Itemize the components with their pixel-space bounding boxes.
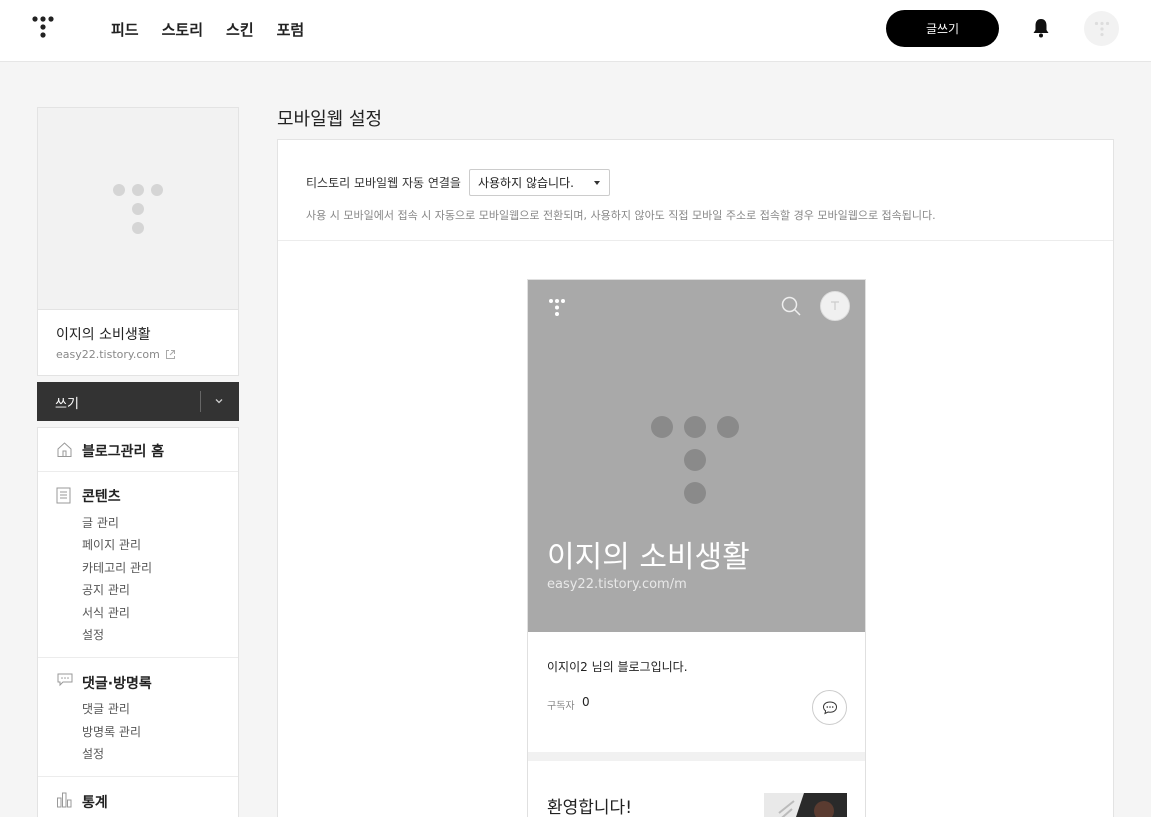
mobile-web-settings-card: 티스토리 모바일웹 자동 연결을 사용하지 않습니다. 사용 시 모바일에서 접… — [277, 139, 1114, 817]
avatar-t-icon — [831, 301, 839, 310]
main-nav: 피드 스토리 스킨 포럼 — [111, 19, 304, 40]
auto-connect-select[interactable]: 사용하지 않습니다. — [468, 169, 610, 196]
preview-intro: 이지이2 님의 블로그입니다. — [547, 660, 688, 674]
preview-blog-url: easy22.tistory.com/m — [547, 577, 687, 592]
avatar-logo-icon — [1094, 21, 1109, 36]
sidebar-comments-block: 댓글·방명록 댓글 관리 방명록 관리 설정 — [37, 658, 239, 776]
notification-bell-icon[interactable] — [1031, 17, 1051, 39]
home-icon — [57, 442, 72, 457]
external-link-icon — [165, 350, 175, 359]
auto-connect-label: 티스토리 모바일웹 자동 연결을 — [306, 176, 461, 190]
sidebar-item-home[interactable]: 블로그관리 홈 — [38, 428, 238, 472]
caret-down-icon — [593, 181, 600, 185]
post-image — [764, 793, 847, 817]
blog-logo-placeholder-icon — [113, 183, 163, 234]
preview-avatar — [820, 291, 850, 321]
sidebar-write-button[interactable]: 쓰기 — [37, 382, 239, 421]
profile-avatar[interactable] — [1084, 11, 1119, 46]
preview-blog-title: 이지의 소비생활 — [547, 540, 750, 575]
nav-story[interactable]: 스토리 — [162, 19, 203, 40]
blog-thumbnail — [38, 108, 238, 310]
preview-post-thumbnail — [764, 793, 847, 817]
sidebar-item-notices[interactable]: 공지 관리 — [82, 581, 130, 598]
sidebar-item-content-settings[interactable]: 설정 — [82, 626, 104, 643]
tistory-logo-icon — [549, 299, 565, 316]
sidebar-item-posts[interactable]: 글 관리 — [82, 514, 119, 531]
top-navigation-bar: 피드 스토리 스킨 포럼 글쓰기 — [0, 0, 1151, 62]
sidebar-item-comments[interactable]: 댓글 관리 — [82, 700, 130, 717]
blog-profile-card: 이지의 소비생활 easy22.tistory.com — [37, 107, 239, 376]
sidebar-item-categories[interactable]: 카테고리 관리 — [82, 559, 152, 576]
write-bar-divider — [200, 391, 201, 412]
auto-connect-select-value: 사용하지 않습니다. — [477, 176, 574, 190]
sidebar-item-guestbook[interactable]: 방명록 관리 — [82, 723, 141, 740]
page-title: 모바일웹 설정 — [277, 109, 383, 130]
search-icon — [781, 296, 801, 316]
preview-chat-button — [812, 690, 847, 725]
sidebar-write-label: 쓰기 — [55, 397, 79, 412]
preview-post-title: 환영합니다! — [547, 798, 633, 817]
blog-url-link[interactable]: easy22.tistory.com — [56, 348, 176, 361]
bar-chart-icon — [57, 792, 72, 808]
mobile-preview: 이지의 소비생활 easy22.tistory.com/m 이지이2 님의 블로… — [527, 279, 866, 817]
preview-subscribers-label: 구독자 — [547, 701, 575, 712]
section-divider — [278, 240, 1113, 241]
sidebar-item-templates[interactable]: 서식 관리 — [82, 604, 130, 621]
blog-name[interactable]: 이지의 소비생활 — [56, 324, 151, 344]
sidebar-content-block: 콘텐츠 글 관리 페이지 관리 카테고리 관리 공지 관리 서식 관리 설정 — [37, 471, 239, 657]
auto-connect-setting: 티스토리 모바일웹 자동 연결을 사용하지 않습니다. — [306, 169, 610, 196]
tistory-logo-icon[interactable] — [32, 15, 58, 41]
preview-subscribers-count: 0 — [582, 695, 590, 709]
nav-skin[interactable]: 스킨 — [226, 19, 254, 40]
sidebar-stats-title: 통계 — [82, 795, 108, 811]
chat-bubble-icon — [822, 700, 837, 714]
sidebar-item-comment-settings[interactable]: 설정 — [82, 745, 104, 762]
write-post-button[interactable]: 글쓰기 — [886, 10, 999, 47]
sidebar-item-stats[interactable]: 통계 — [37, 777, 239, 817]
document-icon — [56, 487, 71, 504]
blog-url-text: easy22.tistory.com — [56, 348, 160, 361]
sidebar-item-pages[interactable]: 페이지 관리 — [82, 536, 141, 553]
chevron-down-icon[interactable] — [212, 394, 226, 408]
speech-bubble-icon — [57, 673, 73, 687]
auto-connect-help-text: 사용 시 모바일에서 접속 시 자동으로 모바일웹으로 전환되며, 사용하지 않… — [306, 209, 936, 222]
nav-feed[interactable]: 피드 — [111, 19, 139, 40]
preview-hero: 이지의 소비생활 easy22.tistory.com/m — [528, 280, 865, 632]
preview-section-gap — [528, 752, 865, 761]
sidebar-comments-title[interactable]: 댓글·방명록 — [82, 673, 152, 693]
blog-logo-placeholder-icon — [651, 416, 739, 504]
nav-forum[interactable]: 포럼 — [277, 19, 305, 40]
sidebar-home-label: 블로그관리 홈 — [82, 444, 165, 460]
sidebar-content-title[interactable]: 콘텐츠 — [82, 486, 121, 506]
